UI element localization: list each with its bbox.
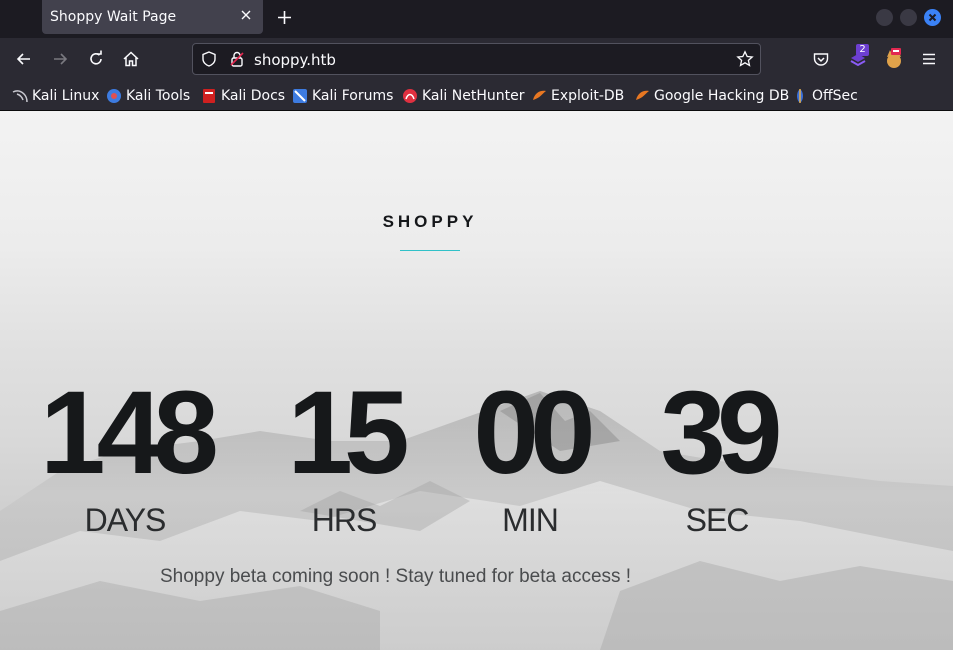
countdown-minutes-value: 00 [473, 367, 595, 499]
countdown-seconds-value: 39 [660, 367, 782, 499]
bookmark-exploit-db[interactable]: Exploit-DB [531, 86, 624, 106]
countdown-hours-label: HRS [311, 502, 378, 538]
reload-icon[interactable] [87, 50, 105, 68]
countdown-seconds-label: SEC [685, 502, 750, 538]
tagline: Shoppy beta coming soon ! Stay tuned for… [160, 566, 632, 587]
bookmark-kali-nethunter[interactable]: Kali NetHunter [402, 86, 524, 106]
new-tab-icon[interactable] [276, 9, 293, 26]
window-maximize-button[interactable] [900, 9, 917, 26]
bookmark-star-icon[interactable] [736, 50, 754, 68]
kali-dragon-icon [12, 90, 28, 103]
countdown-minutes-label: MIN [502, 502, 559, 538]
bookmark-offsec[interactable]: OffSec [792, 86, 858, 106]
countdown-days-value: 148 [40, 367, 219, 499]
hamburger-menu-icon[interactable] [920, 50, 938, 68]
navigation-toolbar: shoppy.htb 2 [0, 38, 953, 81]
close-icon [928, 13, 937, 22]
kali-docs-icon [203, 89, 215, 103]
arrow-left-icon[interactable] [15, 50, 33, 68]
bookmark-kali-docs[interactable]: Kali Docs [201, 86, 285, 106]
extension-button[interactable]: 2 [848, 44, 869, 69]
nethunter-icon [403, 89, 417, 103]
page-content: SHOPPY 148 DAYS 15 HRS 00 MIN 39 SEC Sho… [0, 111, 953, 650]
home-icon[interactable] [122, 50, 140, 68]
arrow-right-icon[interactable] [51, 50, 69, 68]
bookmarks-toolbar: Kali Linux Kali Tools Kali Docs Kali For… [0, 81, 953, 111]
countdown-hours-value: 15 [287, 367, 409, 499]
kali-tools-icon [107, 89, 121, 103]
bookmark-kali-linux[interactable]: Kali Linux [12, 86, 99, 106]
exploit-db-icon [533, 90, 546, 100]
bookmark-google-hacking-db[interactable]: Google Hacking DB [634, 86, 789, 106]
address-bar[interactable]: shoppy.htb [192, 43, 761, 75]
kali-forums-icon [293, 89, 307, 103]
pocket-icon[interactable] [812, 50, 830, 68]
bookmark-kali-tools[interactable]: Kali Tools [106, 86, 190, 106]
window-close-button[interactable] [924, 9, 941, 26]
title-underline [400, 250, 460, 251]
extension-badge: 2 [856, 44, 869, 56]
ghdb-icon [636, 90, 649, 100]
site-title: SHOPPY [382, 212, 478, 231]
countdown-days-label: DAYS [84, 502, 167, 538]
window-minimize-button[interactable] [876, 9, 893, 26]
offsec-icon [797, 89, 803, 103]
tab-strip: Shoppy Wait Page [0, 0, 953, 38]
tab-active[interactable]: Shoppy Wait Page [42, 0, 263, 34]
tab-title: Shoppy Wait Page [50, 9, 177, 25]
tracking-protection-icon[interactable] [200, 50, 218, 68]
close-tab-icon[interactable] [239, 8, 253, 22]
url-text: shoppy.htb [254, 51, 336, 69]
bookmark-kali-forums[interactable]: Kali Forums [292, 86, 393, 106]
foxyproxy-icon[interactable] [884, 48, 904, 70]
insecure-lock-icon[interactable] [228, 50, 246, 68]
